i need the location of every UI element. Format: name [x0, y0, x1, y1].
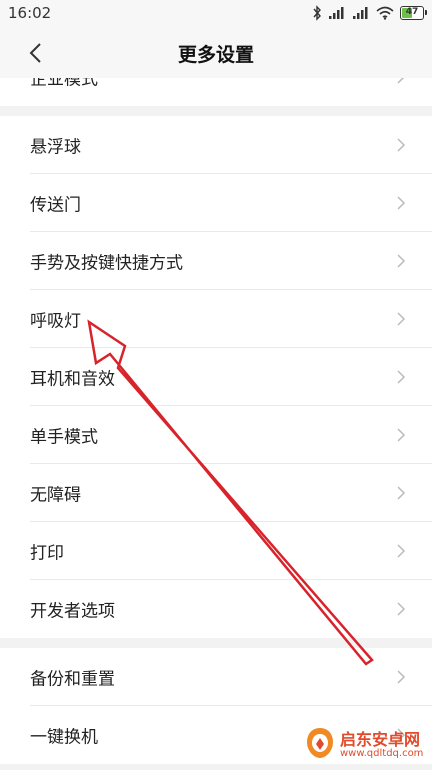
settings-item-label: 备份和重置 — [30, 669, 115, 690]
watermark-title: 启东安卓网 — [340, 730, 421, 749]
chevron-right-icon — [397, 78, 405, 84]
settings-item-accessibility[interactable]: 无障碍 — [0, 464, 432, 522]
settings-item-developer-options[interactable]: 开发者选项 — [0, 580, 432, 638]
settings-item-backup-reset[interactable]: 备份和重置 — [0, 648, 432, 706]
settings-item-label: 传送门 — [30, 195, 81, 216]
settings-item-label: 企业模式 — [30, 78, 98, 90]
watermark: 启东安卓网 www.qdltdq.com — [300, 718, 432, 770]
status-time: 16:02 — [8, 4, 52, 22]
chevron-right-icon — [397, 312, 406, 326]
bluetooth-icon — [312, 5, 322, 21]
settings-item-label: 呼吸灯 — [30, 311, 81, 332]
settings-item-enterprise-mode[interactable]: 企业模式 — [0, 78, 432, 106]
settings-item-label: 无障碍 — [30, 485, 81, 506]
partial-settings-group: 企业模式 — [0, 78, 432, 106]
chevron-right-icon — [397, 196, 406, 210]
wifi-icon — [376, 6, 394, 20]
watermark-logo-icon — [307, 728, 333, 758]
settings-item-label: 耳机和音效 — [30, 369, 115, 390]
watermark-url: www.qdltdq.com — [340, 748, 424, 759]
settings-item-headphones-audio[interactable]: 耳机和音效 — [0, 348, 432, 406]
chevron-right-icon — [397, 428, 406, 442]
battery-icon: 47 — [400, 6, 427, 20]
chevron-right-icon — [397, 138, 406, 152]
chevron-right-icon — [397, 544, 406, 558]
signal-icon-1 — [328, 6, 346, 20]
settings-item-portal[interactable]: 传送门 — [0, 174, 432, 232]
page-title: 更多设置 — [177, 44, 254, 66]
settings-item-label: 悬浮球 — [30, 137, 81, 158]
status-icons: 47 — [312, 5, 427, 21]
chevron-right-icon — [397, 370, 406, 384]
settings-item-printing[interactable]: 打印 — [0, 522, 432, 580]
settings-item-one-handed-mode[interactable]: 单手模式 — [0, 406, 432, 464]
settings-item-floating-ball[interactable]: 悬浮球 — [0, 116, 432, 174]
settings-item-label: 单手模式 — [30, 427, 98, 448]
chevron-right-icon — [397, 486, 406, 500]
settings-item-breathing-light[interactable]: 呼吸灯 — [0, 290, 432, 348]
battery-text: 47 — [405, 7, 419, 17]
chevron-right-icon — [397, 602, 406, 616]
chevron-right-icon — [397, 254, 406, 268]
settings-item-label: 开发者选项 — [30, 601, 115, 622]
settings-item-label: 打印 — [30, 543, 64, 564]
chevron-right-icon — [397, 670, 406, 684]
settings-item-gesture-shortcuts[interactable]: 手势及按键快捷方式 — [0, 232, 432, 290]
status-bar: 16:02 47 — [0, 0, 432, 28]
settings-group-1: 悬浮球 传送门 手势及按键快捷方式 呼吸灯 耳机和音效 单手模式 无障碍 打印 — [0, 116, 432, 638]
title-bar: 更多设置 — [0, 28, 432, 78]
settings-item-label: 手势及按键快捷方式 — [30, 253, 183, 274]
signal-icon-2 — [352, 6, 370, 20]
settings-item-label: 一键换机 — [30, 727, 98, 748]
